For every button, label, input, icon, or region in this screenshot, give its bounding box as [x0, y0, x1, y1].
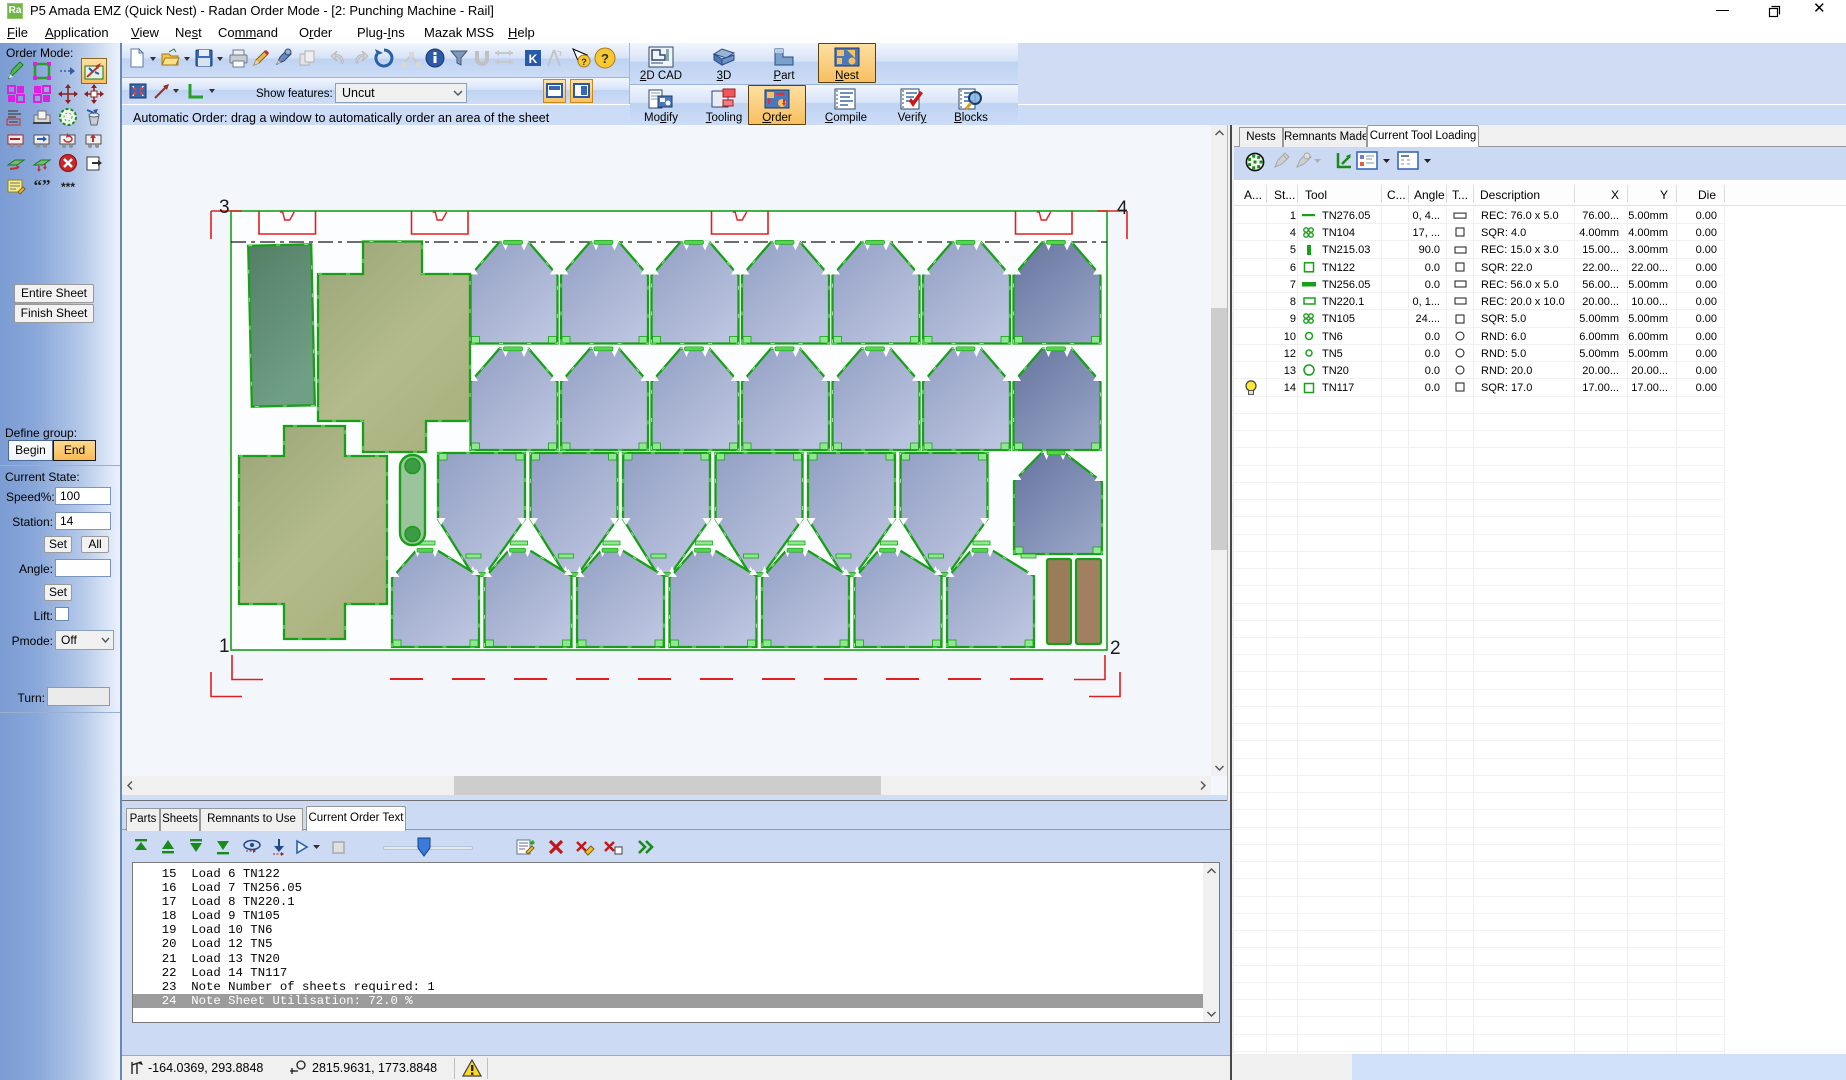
svg-text:2: 2	[1110, 638, 1121, 659]
svg-text:“”: “”	[34, 176, 51, 195]
svg-text:***: ***	[61, 180, 75, 194]
svg-text:4: 4	[1117, 198, 1128, 219]
svg-text:?: ?	[581, 57, 587, 67]
svg-text:1: 1	[219, 636, 230, 657]
svg-text:?: ?	[601, 51, 609, 66]
svg-text:K: K	[529, 52, 538, 66]
svg-text:3: 3	[219, 197, 230, 218]
